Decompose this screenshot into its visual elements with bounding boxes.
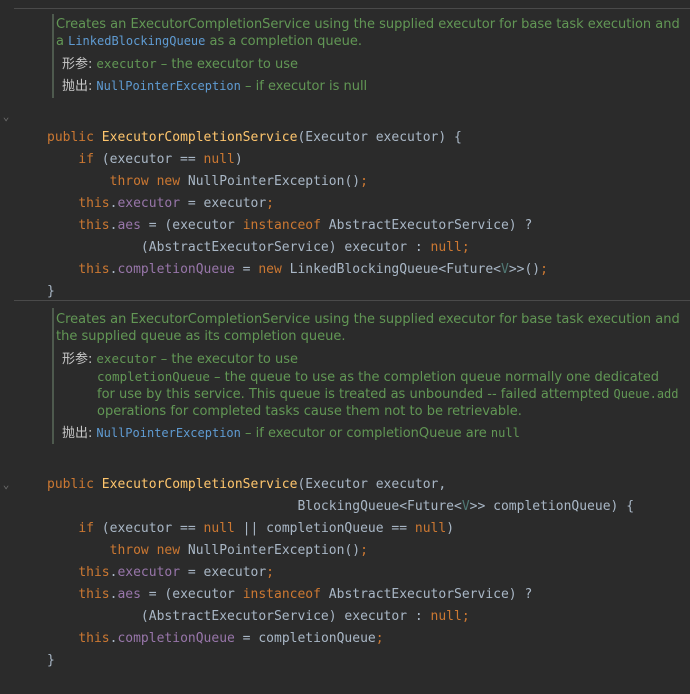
- javadoc-description: Creates an ExecutorCompletionService usi…: [56, 312, 680, 344]
- code-line: BlockingQueue<Future<V>> completionQueue…: [297, 499, 635, 514]
- fold-icon[interactable]: ⌄: [0, 110, 12, 124]
- code-line: this.executor = executor;: [78, 196, 274, 211]
- doc-link-nullpointerexception[interactable]: NullPointerException: [96, 79, 241, 93]
- code-block-2: public ExecutorCompletionService(Executo…: [47, 452, 634, 694]
- code-line: this.completionQueue = new LinkedBlockin…: [78, 262, 548, 277]
- block-divider-top: [14, 8, 690, 9]
- code-line: this.aes = (executor instanceof Abstract…: [78, 587, 533, 602]
- javadoc-block-1: Creates an ExecutorCompletionService usi…: [56, 16, 680, 95]
- code-line: throw new NullPointerException();: [109, 543, 368, 558]
- param-executor: executor: [96, 56, 157, 71]
- param-line: 形参: executor – the executor to use: [62, 351, 299, 367]
- code-line: this.executor = executor;: [78, 565, 274, 580]
- doc-bar-1: [52, 14, 54, 98]
- javadoc-block-2: Creates an ExecutorCompletionService usi…: [56, 311, 680, 442]
- code-line: if (executor == null || completionQueue …: [78, 521, 455, 536]
- code-line: throw new NullPointerException();: [109, 174, 368, 189]
- code-block-1: public ExecutorCompletionService(Executo…: [47, 105, 548, 325]
- javadoc-description: Creates an ExecutorCompletionService usi…: [56, 17, 680, 49]
- doc-link-linkedblockingqueue[interactable]: LinkedBlockingQueue: [68, 34, 205, 48]
- code-line: this.completionQueue = completionQueue;: [78, 631, 384, 646]
- code-line: (AbstractExecutorService) executor : nul…: [140, 240, 470, 255]
- fold-icon[interactable]: ⌄: [0, 478, 12, 492]
- code-line: }: [47, 653, 55, 668]
- param-line: 形参: executor – the executor to use: [62, 56, 299, 72]
- doc-link-nullpointerexception[interactable]: NullPointerException: [96, 426, 241, 440]
- code-line: (AbstractExecutorService) executor : nul…: [140, 609, 470, 624]
- throws-line: 抛出: NullPointerException – if executor is…: [62, 79, 368, 94]
- param-executor: executor: [96, 351, 157, 366]
- param-completionqueue: completionQueue – the queue to use as th…: [97, 369, 679, 419]
- code-line: this.aes = (executor instanceof Abstract…: [78, 218, 533, 233]
- doc-bar-2: [52, 308, 54, 444]
- throws-line: 抛出: NullPointerException – if executor or…: [62, 426, 520, 441]
- code-line: public ExecutorCompletionService(Executo…: [47, 130, 462, 145]
- block-divider-middle: [14, 300, 690, 301]
- code-line: if (executor == null): [78, 152, 243, 167]
- code-line: public ExecutorCompletionService(Executo…: [47, 477, 447, 492]
